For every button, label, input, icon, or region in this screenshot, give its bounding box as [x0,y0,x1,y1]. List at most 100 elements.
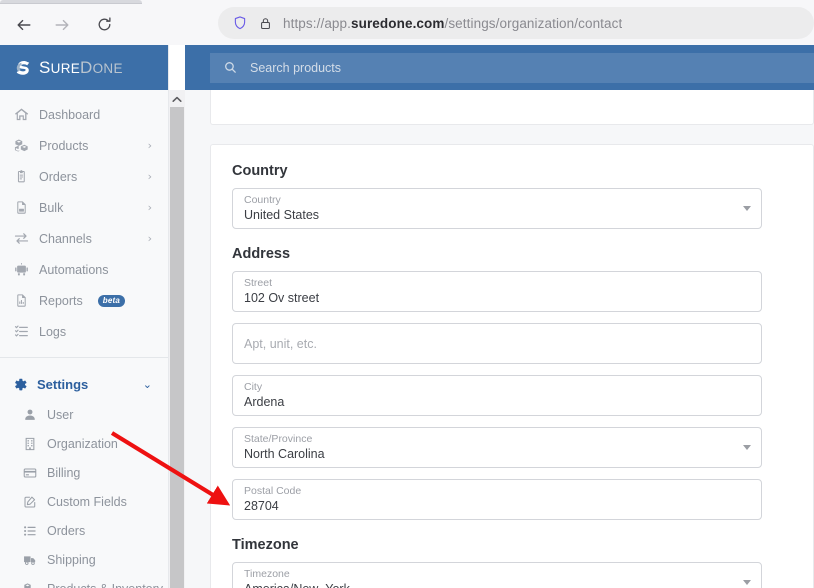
apt-field[interactable]: Apt, unit, etc. [232,323,762,364]
chevron-right-icon: › [147,139,152,152]
clipboard-icon [14,169,29,184]
sidebar-item-label: Settings [37,377,89,392]
forward-arrow-icon [53,16,71,34]
app-logo[interactable]: SUREDONE [0,45,168,90]
sidebar: SUREDONE Dashboard Products › Orders › B… [0,45,169,588]
list-icon [14,324,29,339]
timezone-field[interactable]: Timezone America/New_York [232,562,762,588]
home-icon [14,107,29,122]
logo-word-sure-rest: URE [50,60,81,76]
report-file-icon [14,293,29,308]
back-arrow-icon [15,16,33,34]
address-bar[interactable]: https://app.suredone.com/settings/organi… [218,7,814,39]
chevron-down-icon: ⌄ [142,378,152,391]
list-ul-icon [23,524,37,538]
city-field-value: Ardena [244,395,285,409]
scrollbar-thumb[interactable] [170,107,184,588]
back-button[interactable] [8,9,40,41]
sidebar-item-label: Orders [39,169,78,184]
sidebar-subitem-custom-fields[interactable]: Custom Fields [0,487,168,516]
url-host: suredone.com [351,15,445,31]
products-icon [23,582,37,588]
apt-field-placeholder: Apt, unit, etc. [244,337,317,351]
beta-badge: beta [97,294,126,307]
sidebar-item-orders[interactable]: Orders › [0,161,168,192]
sidebar-item-settings[interactable]: Settings ⌄ [0,369,168,400]
content-card-partial [210,90,814,125]
sidebar-item-label: Dashboard [39,107,101,122]
edit-square-icon [23,495,37,509]
chevron-down-icon[interactable] [743,445,751,450]
sidebar-subitem-organization[interactable]: Organization [0,429,168,458]
state-province-field-label: State/Province [244,433,313,445]
timezone-field-label: Timezone [244,568,290,580]
sidebar-scrollbar[interactable] [169,90,185,588]
sidebar-subitem-products-inventory[interactable]: Products & Inventory [0,574,168,588]
chevron-right-icon: › [147,170,152,183]
sidebar-item-logs[interactable]: Logs [0,316,168,347]
url-prefix: https://app. [283,15,351,31]
street-field[interactable]: Street 102 Ov street [232,271,762,312]
search-input[interactable]: Search products [210,52,814,83]
sidebar-item-products[interactable]: Products › [0,130,168,161]
app-logo-text: SUREDONE [39,58,123,78]
sidebar-item-label: Logs [39,324,67,339]
section-title-address: Address [232,246,291,262]
products-icon [14,138,29,153]
country-field[interactable]: Country United States [232,188,762,229]
forward-button[interactable] [46,9,78,41]
chevron-down-icon[interactable] [743,580,751,585]
browser-chrome: https://app.suredone.com/settings/organi… [0,0,814,45]
lock-icon[interactable] [258,16,273,31]
sidebar-item-label: Reports [39,293,83,308]
sidebar-divider [0,357,168,358]
contact-settings-card: Country Country United States Address St… [210,144,814,588]
sidebar-subitem-orders[interactable]: Orders [0,516,168,545]
file-bulk-icon [14,200,29,215]
shield-icon[interactable] [232,15,248,31]
postal-code-field[interactable]: Postal Code 28704 [232,479,762,520]
sidebar-subitem-label: Orders [47,523,86,538]
scrollbar-up-button[interactable] [169,90,185,107]
search-placeholder: Search products [250,60,342,75]
logo-word-done: DONE [80,57,123,77]
sidebar-subitem-billing[interactable]: Billing [0,458,168,487]
country-field-value: United States [244,208,320,222]
sidebar-item-label: Bulk [39,200,64,215]
sidebar-subitem-label: Products & Inventory [47,582,163,588]
sidebar-subitem-user[interactable]: User [0,400,168,429]
street-field-value: 102 Ov street [244,291,320,305]
search-icon [224,61,237,74]
postal-code-field-value: 28704 [244,499,279,513]
sidebar-item-channels[interactable]: Channels › [0,223,168,254]
sidebar-subitem-label: User [47,407,74,422]
state-province-field[interactable]: State/Province North Carolina [232,427,762,468]
chevron-down-icon[interactable] [743,206,751,211]
chevron-right-icon: › [147,201,152,214]
sidebar-subitem-shipping[interactable]: Shipping [0,545,168,574]
suredone-swirl-logo-icon [11,57,33,79]
city-field-label: City [244,381,263,393]
sidebar-item-label: Automations [39,262,109,277]
content-scroll-area: Country Country United States Address St… [185,90,814,588]
logo-word-sure: SURE [39,57,81,77]
main-content: Search products Country Country United S… [185,45,814,588]
sidebar-item-automations[interactable]: Automations [0,254,168,285]
sidebar-item-bulk[interactable]: Bulk › [0,192,168,223]
truck-icon [23,553,37,567]
exchange-icon [14,231,29,246]
url-text: https://app.suredone.com/settings/organi… [283,16,622,31]
postal-code-field-label: Postal Code [244,485,302,497]
city-field[interactable]: City Ardena [232,375,762,416]
sidebar-item-dashboard[interactable]: Dashboard [0,99,168,130]
reload-button[interactable] [88,9,120,41]
chevron-right-icon: › [147,232,152,245]
top-bar: Search products [185,45,814,90]
timezone-field-value: America/New_York [244,582,350,588]
sidebar-item-label: Channels [39,231,92,246]
street-field-label: Street [244,277,273,289]
robot-icon [14,262,29,277]
sidebar-subitem-label: Custom Fields [47,494,127,509]
sidebar-item-reports[interactable]: Reports beta [0,285,168,316]
reload-icon [96,16,113,33]
